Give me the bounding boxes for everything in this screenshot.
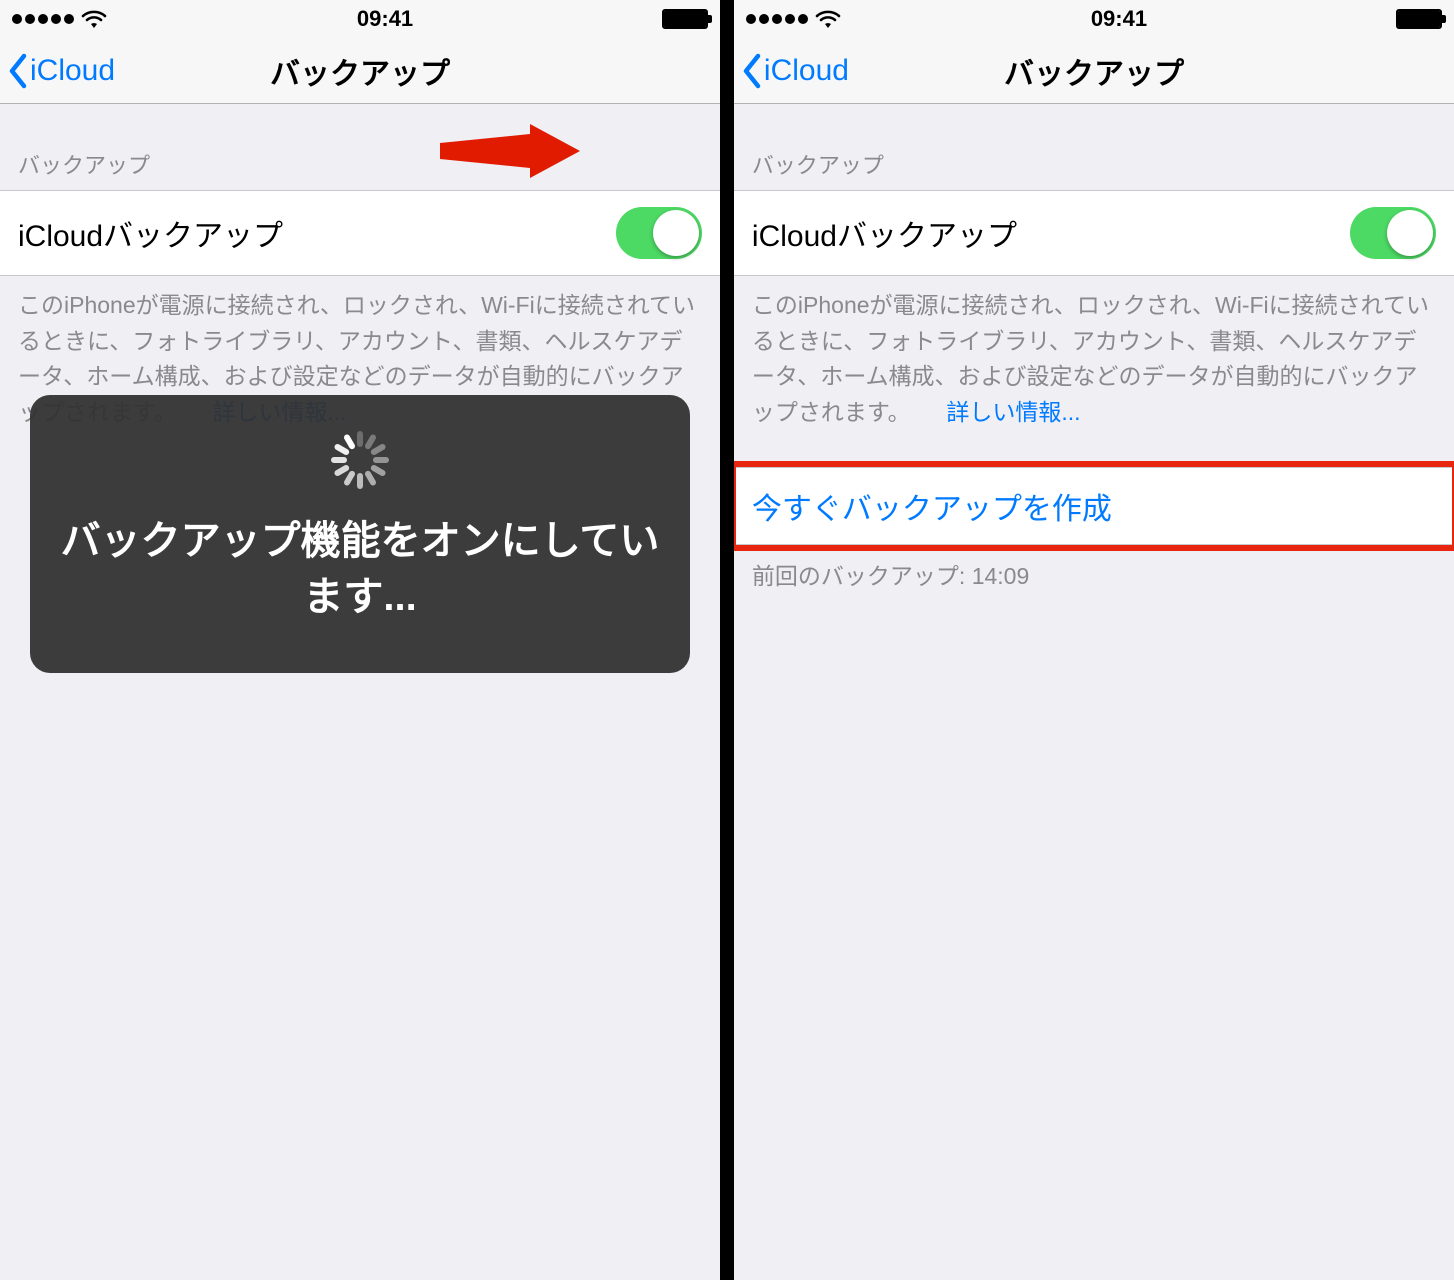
backup-description: このiPhoneが電源に接続され、ロックされ、Wi-Fiに接続されているときに、… (734, 276, 1454, 431)
status-bar: 09:41 (0, 0, 720, 38)
battery-icon (1396, 9, 1442, 29)
backup-now-button[interactable]: 今すぐバックアップを作成 (734, 467, 1454, 545)
frame-divider (720, 0, 734, 1280)
wifi-icon (80, 9, 108, 29)
backup-now-label: 今すぐバックアップを作成 (752, 484, 1112, 528)
phone-left: 09:41 iCloud バックアップ バックアップ iCloudバックアップ … (0, 0, 720, 1280)
last-backup-label: 前回のバックアップ: 14:09 (734, 545, 1454, 595)
signal-icon (746, 14, 808, 24)
section-header-backup: バックアップ (734, 104, 1454, 190)
toggle-switch-on[interactable] (1350, 207, 1436, 259)
back-button[interactable]: iCloud (734, 52, 849, 90)
toggle-label: iCloudバックアップ (18, 211, 283, 255)
nav-bar: iCloud バックアップ (0, 38, 720, 104)
status-right (662, 9, 708, 29)
toggle-label: iCloudバックアップ (752, 211, 1017, 255)
loading-toast: バックアップ機能をオンにしています... (30, 395, 690, 673)
icloud-backup-toggle-row[interactable]: iCloudバックアップ (734, 190, 1454, 276)
status-right (1396, 9, 1442, 29)
description-text: このiPhoneが電源に接続され、ロックされ、Wi-Fiに接続されているときに、… (752, 292, 1429, 425)
chevron-left-icon (740, 52, 764, 90)
toast-message: バックアップ機能をオンにしています... (60, 513, 660, 625)
nav-bar: iCloud バックアップ (734, 38, 1454, 104)
back-label: iCloud (764, 54, 849, 88)
status-left (746, 9, 842, 29)
phone-right: 09:41 iCloud バックアップ バックアップ iCloudバックアップ … (734, 0, 1454, 1280)
back-button[interactable]: iCloud (0, 52, 115, 90)
icloud-backup-toggle-row[interactable]: iCloudバックアップ (0, 190, 720, 276)
chevron-left-icon (6, 52, 30, 90)
status-bar: 09:41 (734, 0, 1454, 38)
section-header-backup: バックアップ (0, 104, 720, 190)
spinner-icon (331, 431, 389, 489)
signal-icon (12, 14, 74, 24)
more-info-link[interactable]: 詳しい情報... (946, 399, 1080, 425)
wifi-icon (814, 9, 842, 29)
battery-icon (662, 9, 708, 29)
status-left (12, 9, 108, 29)
status-time: 09:41 (1091, 6, 1147, 32)
status-time: 09:41 (357, 6, 413, 32)
back-label: iCloud (30, 54, 115, 88)
toggle-switch-on[interactable] (616, 207, 702, 259)
